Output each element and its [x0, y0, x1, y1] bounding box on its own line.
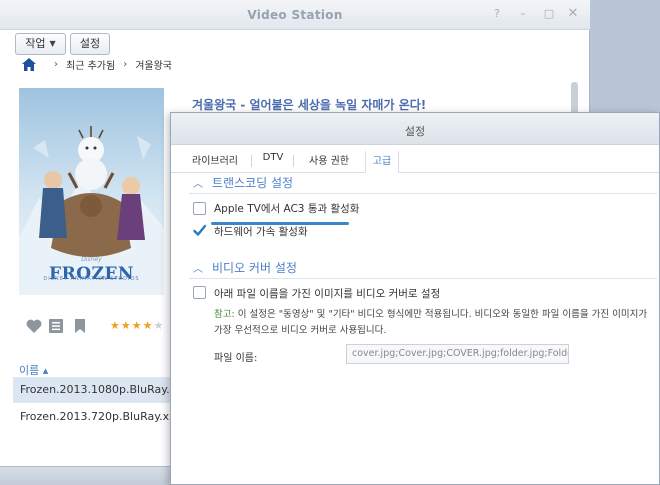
filename-input[interactable]: cover.jpg;Cover.jpg;COVER.jpg;folder.jpg… — [346, 344, 569, 364]
note-text-line1: 이 설정은 "동영상" 및 "기타" 비디오 형식에만 적용됩니다. 비디오와 … — [234, 309, 648, 320]
breadcrumb-separator: › — [123, 58, 128, 70]
settings-dialog: 설정 라이브러리 DTV 사용 권한 고급 ︿ 트랜스코딩 설정 Apple TV… — [170, 112, 660, 485]
tab-divider — [251, 155, 252, 167]
tab-dtv[interactable]: DTV — [259, 152, 287, 173]
breadcrumb-recent[interactable]: 최근 추가됨 — [66, 57, 115, 72]
chevron-up-icon: ︿ — [193, 179, 203, 190]
breadcrumb-separator: › — [54, 58, 58, 70]
minimize-icon[interactable]: – — [516, 7, 530, 21]
movie-poster: Disney FROZEN DISNEY ANIMATION STUDIOS — [19, 88, 164, 295]
transcoding-section-title: 트랜스코딩 설정 — [212, 176, 294, 190]
help-icon[interactable]: ? — [490, 7, 504, 21]
section-divider — [189, 278, 657, 279]
ac3-passthrough-label[interactable]: Apple TV에서 AC3 통과 활성화 — [214, 201, 359, 216]
transcoding-section-header[interactable]: ︿ 트랜스코딩 설정 — [193, 174, 293, 191]
settings-button[interactable]: 설정 — [70, 33, 110, 55]
breadcrumb: › 최근 추가됨 › 겨울왕국 — [22, 56, 172, 72]
file-row[interactable]: Frozen.2013.1080p.BluRay.x264.DTS — [13, 377, 223, 403]
dialog-title: 설정 — [404, 125, 426, 138]
chevron-up-icon: ︿ — [193, 264, 203, 275]
kbench-wordmark: K-BENCH — [600, 466, 651, 477]
video-cover-label[interactable]: 아래 파일 이름을 가진 이미지를 비디오 커버로 설정 — [214, 286, 440, 301]
rating-stars[interactable]: ★★★★★ — [110, 319, 164, 332]
star-icon[interactable]: ★ — [143, 319, 154, 332]
maximize-icon[interactable]: □ — [542, 7, 556, 21]
video-cover-checkbox[interactable] — [193, 286, 206, 299]
note-prefix: 참고: — [214, 309, 235, 320]
video-cover-section-title: 비디오 커버 설정 — [212, 261, 297, 275]
breadcrumb-current: 겨울왕국 — [135, 60, 172, 72]
tab-advanced[interactable]: 고급 — [365, 151, 399, 173]
action-button-label: 작업 — [25, 37, 46, 50]
star-icon[interactable]: ★ — [121, 319, 132, 332]
info-list-icon[interactable] — [48, 318, 64, 334]
star-icon[interactable]: ★ — [154, 319, 165, 332]
cover-note: 참고: 이 설정은 "동영상" 및 "기타" 비디오 형식에만 적용됩니다. 비… — [214, 307, 658, 339]
kbench-tagline: KOREA BENCHMARK & REVIEW — [600, 477, 659, 481]
filename-label: 파일 이름: — [214, 353, 258, 364]
movie-title-header: 겨울왕국 - 얼어붙은 세상을 녹일 자매가 온다! — [192, 98, 427, 112]
ac3-passthrough-checkbox[interactable] — [193, 202, 206, 215]
hardware-acceleration-checkbox[interactable] — [193, 224, 206, 237]
tab-divider — [293, 155, 294, 167]
tab-bar: 라이브러리 DTV 사용 권한 고급 — [171, 145, 659, 173]
window-titlebar[interactable]: Video Station ? – □ ✕ — [0, 0, 590, 30]
home-icon[interactable] — [22, 57, 36, 71]
tab-library[interactable]: 라이브러리 — [187, 152, 243, 173]
action-menu-button[interactable]: 작업 ▼ — [15, 33, 66, 55]
poster-brand-top: Disney — [81, 256, 102, 263]
star-icon[interactable]: ★ — [132, 319, 143, 332]
chevron-down-icon: ▼ — [49, 39, 56, 48]
dialog-titlebar[interactable]: 설정 — [171, 113, 659, 145]
close-icon[interactable]: ✕ — [566, 7, 580, 21]
bookmark-icon[interactable] — [72, 318, 88, 334]
note-text-line2: 가장 우선적으로 비디오 커버로 사용됩니다. — [214, 325, 387, 336]
cover-note-line: 참고: 이 설정은 "동영상" 및 "기타" 비디오 형식에만 적용됩니다. 비… — [214, 307, 658, 323]
star-icon[interactable]: ★ — [110, 319, 121, 332]
heart-icon[interactable] — [26, 318, 42, 334]
tab-permissions[interactable]: 사용 권한 — [299, 152, 359, 173]
video-cover-section-header[interactable]: ︿ 비디오 커버 설정 — [193, 259, 297, 276]
taskbar — [0, 466, 175, 485]
file-list-name-header[interactable]: 이름 ▴ — [19, 362, 48, 378]
section-divider — [189, 193, 657, 194]
hardware-acceleration-label[interactable]: 하드웨어 가속 활성화 — [214, 224, 308, 239]
file-row[interactable]: Frozen.2013.720p.BluRay.x264.DTS — [13, 404, 216, 432]
poster-brand-bottom: DISNEY ANIMATION STUDIOS — [43, 276, 140, 282]
